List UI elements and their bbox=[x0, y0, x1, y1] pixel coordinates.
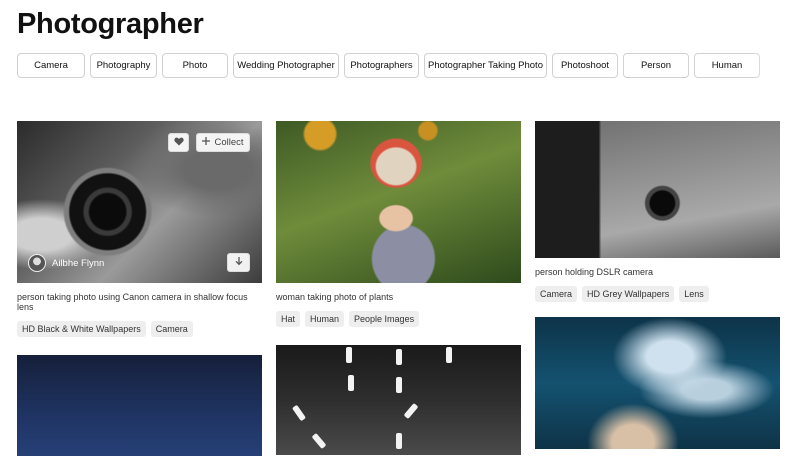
photo-tags: Hat Human People Images bbox=[276, 311, 521, 327]
photo-image[interactable] bbox=[17, 355, 262, 456]
photo-tag[interactable]: HD Grey Wallpapers bbox=[582, 286, 675, 302]
related-tag-photography[interactable]: Photography bbox=[90, 53, 157, 78]
photo-tag[interactable]: Lens bbox=[679, 286, 709, 302]
photo-caption[interactable]: person taking photo using Canon camera i… bbox=[17, 292, 262, 312]
photo-tag[interactable]: Hat bbox=[276, 311, 301, 327]
photo-tag[interactable]: HD Black & White Wallpapers bbox=[17, 321, 146, 337]
related-tag-wedding-photographer[interactable]: Wedding Photographer bbox=[233, 53, 339, 78]
photo-tag[interactable]: Camera bbox=[535, 286, 578, 302]
photo-column-3: person holding DSLR camera Camera HD Gre… bbox=[535, 121, 780, 449]
collect-button[interactable]: Collect bbox=[196, 133, 250, 152]
download-button[interactable] bbox=[227, 253, 250, 272]
photo-image[interactable] bbox=[276, 121, 521, 283]
related-tag-photoshoot[interactable]: Photoshoot bbox=[552, 53, 618, 78]
related-tag-photographer-taking-photo[interactable]: Photographer Taking Photo bbox=[424, 53, 547, 78]
photo-image[interactable] bbox=[276, 345, 521, 455]
photo-column-1: Collect Ailbhe Flynn person taking photo… bbox=[17, 121, 262, 456]
ceiling-light bbox=[396, 377, 402, 393]
author-name: Ailbhe Flynn bbox=[52, 257, 105, 269]
photo-image[interactable]: Collect Ailbhe Flynn bbox=[17, 121, 262, 283]
download-arrow-icon bbox=[235, 256, 243, 269]
related-tag-photographers[interactable]: Photographers bbox=[344, 53, 419, 78]
like-button[interactable] bbox=[168, 133, 189, 152]
ceiling-light bbox=[446, 347, 452, 363]
photo-tags: HD Black & White Wallpapers Camera bbox=[17, 321, 262, 337]
related-tag-person[interactable]: Person bbox=[623, 53, 689, 78]
tag-row-fade bbox=[750, 50, 800, 80]
photo-card: Collect Ailbhe Flynn person taking photo… bbox=[17, 121, 262, 337]
avatar bbox=[28, 254, 46, 272]
photo-tag[interactable]: Camera bbox=[150, 321, 193, 337]
ceiling-light bbox=[396, 349, 402, 365]
ceiling-light bbox=[346, 347, 352, 363]
related-tags-bar: Camera Photography Photo Wedding Photogr… bbox=[17, 53, 760, 78]
ceiling-light bbox=[311, 432, 327, 450]
photo-image[interactable] bbox=[535, 121, 780, 258]
ceiling-light bbox=[291, 404, 307, 422]
related-tag-camera[interactable]: Camera bbox=[17, 53, 85, 78]
heart-icon bbox=[173, 137, 184, 149]
photo-caption[interactable]: person holding DSLR camera bbox=[535, 267, 780, 277]
photo-card: woman taking photo of plants Hat Human P… bbox=[276, 121, 521, 327]
photo-card: person holding DSLR camera Camera HD Gre… bbox=[535, 121, 780, 302]
photo-caption[interactable]: woman taking photo of plants bbox=[276, 292, 521, 302]
photo-column-2: woman taking photo of plants Hat Human P… bbox=[276, 121, 521, 455]
ceiling-light bbox=[396, 433, 402, 449]
collect-label: Collect bbox=[214, 137, 244, 148]
plus-icon bbox=[202, 137, 211, 148]
ceiling-light bbox=[348, 375, 354, 391]
photo-tag[interactable]: Human bbox=[305, 311, 345, 327]
photo-image[interactable] bbox=[535, 317, 780, 449]
photo-tag[interactable]: People Images bbox=[349, 311, 420, 327]
related-tag-photo[interactable]: Photo bbox=[162, 53, 228, 78]
page-title: Photographer bbox=[17, 8, 204, 40]
ceiling-light bbox=[403, 402, 419, 420]
photo-author[interactable]: Ailbhe Flynn bbox=[28, 254, 104, 272]
photo-tags: Camera HD Grey Wallpapers Lens bbox=[535, 286, 780, 302]
